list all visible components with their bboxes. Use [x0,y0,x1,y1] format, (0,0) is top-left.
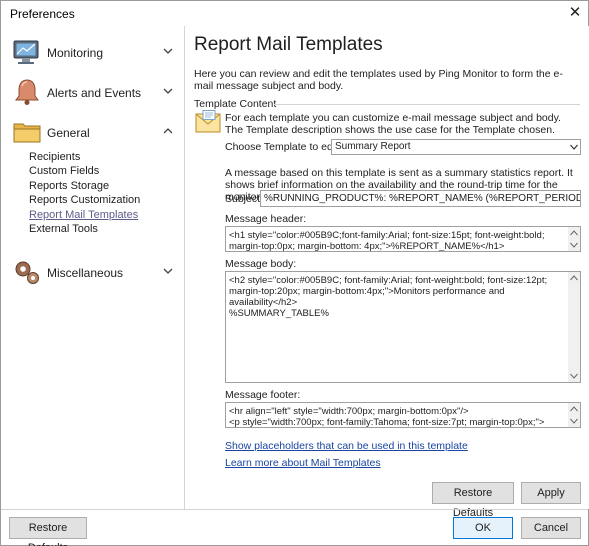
message-body-textarea[interactable]: <h2 style="color:#005B9C; font-family:Ar… [225,271,581,383]
message-header-textarea[interactable]: <h1 style="color:#005B9C;font-family:Ari… [225,226,581,252]
sidebar-section-label: Monitoring [47,46,104,60]
main-content: Report Mail Templates Here you can revie… [186,26,589,519]
sidebar-section-miscellaneous[interactable]: Miscellaneous [1,252,185,292]
restore-defaults-template-button[interactable]: Restore Defaults [432,482,514,519]
template-info: For each template you can customize e-ma… [225,112,561,136]
cancel-button[interactable]: Cancel [521,517,581,539]
chevron-down-icon [570,144,578,150]
message-body-text: <h2 style="color:#005B9C; font-family:Ar… [229,275,548,319]
apply-button[interactable]: Apply [521,482,581,504]
scroll-up-icon[interactable] [570,230,578,236]
sidebar-item-reports-storage[interactable]: Reports Storage [29,180,109,192]
close-icon[interactable]: ✕ [567,5,583,21]
scroll-up-icon[interactable] [570,406,578,412]
sidebar-section-monitoring[interactable]: Monitoring [1,32,185,72]
message-footer-label: Message footer: [225,389,301,401]
group-label: Template Content [194,98,277,110]
preferences-window: Preferences ✕ Monitoring Alerts and Even… [0,0,589,546]
learn-more-link[interactable]: Learn more about Mail Templates [225,457,381,469]
envelope-icon [195,110,221,133]
sidebar-section-general[interactable]: General [1,112,185,152]
scroll-down-icon[interactable] [570,418,578,424]
template-select[interactable]: Summary Report [331,139,581,155]
scrollbar[interactable] [568,227,580,251]
monitor-icon [13,40,39,64]
sidebar-section-label: Miscellaneous [47,266,124,280]
sidebar-section-alerts[interactable]: Alerts and Events [1,72,185,112]
sidebar-section-label: Alerts and Events [47,86,142,100]
message-body-label: Message body: [225,258,297,270]
sidebar-item-external-tools[interactable]: External Tools [29,223,98,235]
scrollbar[interactable] [568,403,580,427]
scroll-down-icon[interactable] [570,242,578,248]
scroll-down-icon[interactable] [570,373,578,379]
sidebar-section-label: General [47,126,90,140]
template-select-value: Summary Report [335,141,411,152]
scroll-up-icon[interactable] [570,275,578,281]
restore-defaults-button[interactable]: Restore Defaults [9,517,87,546]
choose-template-label: Choose Template to edit: [225,141,341,153]
chevron-up-icon[interactable] [163,126,173,136]
subject-input[interactable]: %RUNNING_PRODUCT%: %REPORT_NAME% (%REPOR… [260,190,581,207]
chevron-down-icon[interactable] [163,266,173,276]
chevron-down-icon[interactable] [163,86,173,96]
bell-icon [15,79,39,105]
folder-icon [13,123,41,143]
ok-button[interactable]: OK [453,517,513,539]
message-footer-text: <hr align="left" style="width:700px; mar… [229,406,545,428]
sidebar-item-report-mail-templates[interactable]: Report Mail Templates [29,209,138,221]
gears-icon [15,261,39,284]
chevron-down-icon[interactable] [163,46,173,56]
sidebar-item-reports-customization[interactable]: Reports Customization [29,194,140,206]
title-bar: Preferences ✕ [1,1,588,26]
message-header-text: <h1 style="color:#005B9C;font-family:Ari… [229,230,545,252]
footer-divider [1,509,588,510]
message-header-label: Message header: [225,213,307,225]
scrollbar[interactable] [568,272,580,382]
subject-label: Subject: [225,193,263,205]
sidebar-item-custom-fields[interactable]: Custom Fields [29,165,99,177]
window-title: Preferences [10,7,75,21]
page-description: Here you can review and edit the templat… [194,68,563,92]
page-title: Report Mail Templates [194,34,383,55]
sidebar-item-recipients[interactable]: Recipients [29,151,80,163]
show-placeholders-link[interactable]: Show placeholders that can be used in th… [225,440,468,452]
message-footer-textarea[interactable]: <hr align="left" style="width:700px; mar… [225,402,581,428]
sidebar: Monitoring Alerts and Events General Rec… [1,26,185,509]
group-divider [274,104,580,105]
